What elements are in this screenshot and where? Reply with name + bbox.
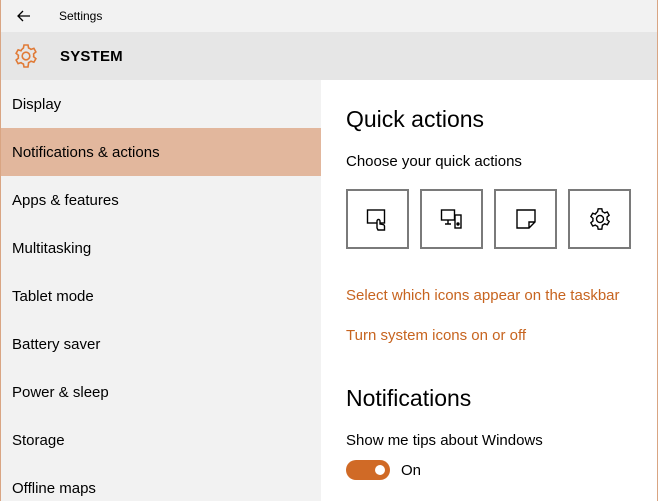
taskbar-icons-link[interactable]: Select which icons appear on the taskbar: [346, 287, 620, 304]
quick-actions-subtitle: Choose your quick actions: [346, 153, 522, 170]
notifications-title: Notifications: [346, 385, 472, 411]
sidebar-item-tablet-mode[interactable]: Tablet mode: [1, 272, 321, 320]
sidebar-item-display[interactable]: Display: [1, 80, 321, 128]
sidebar-item-apps-features[interactable]: Apps & features: [1, 176, 321, 224]
toggle-knob: [375, 465, 385, 475]
back-arrow-icon: [17, 10, 30, 22]
sidebar-item-label: Notifications & actions: [12, 143, 160, 161]
sidebar-item-label: Power & sleep: [12, 383, 109, 401]
sidebar-item-multitasking[interactable]: Multitasking: [1, 224, 321, 272]
sidebar-item-label: Apps & features: [12, 191, 119, 209]
main-content: Quick actions Choose your quick actions: [321, 80, 657, 501]
quick-action-tile-tablet-mode[interactable]: [346, 189, 409, 249]
tips-label: Show me tips about Windows: [346, 432, 543, 449]
quick-action-tile-note[interactable]: [494, 189, 557, 249]
settings-gear-icon: [589, 208, 610, 230]
sidebar-item-label: Battery saver: [12, 335, 101, 353]
title-bar: Settings: [1, 0, 657, 32]
sidebar-item-storage[interactable]: Storage: [1, 416, 321, 464]
sidebar: Display Notifications & actions Apps & f…: [1, 80, 321, 501]
back-button[interactable]: [1, 0, 47, 32]
sidebar-item-power-sleep[interactable]: Power & sleep: [1, 368, 321, 416]
sidebar-item-notifications-actions[interactable]: Notifications & actions: [1, 128, 321, 176]
sidebar-item-label: Display: [12, 95, 62, 113]
sidebar-item-label: Multitasking: [12, 239, 92, 257]
note-icon: [515, 209, 536, 229]
window-title: Settings: [59, 9, 103, 23]
tips-toggle[interactable]: [346, 460, 390, 480]
tablet-mode-icon: [366, 209, 385, 231]
sidebar-item-label: Offline maps: [12, 479, 96, 497]
system-icons-link[interactable]: Turn system icons on or off: [346, 327, 526, 344]
quick-action-tile-project[interactable]: [420, 189, 483, 249]
page-header: SYSTEM: [1, 32, 657, 80]
quick-actions-tiles: [346, 189, 631, 249]
quick-action-tile-settings[interactable]: [568, 189, 631, 249]
tips-toggle-row: On: [346, 460, 421, 480]
section-heading: SYSTEM: [60, 47, 123, 65]
sidebar-item-battery-saver[interactable]: Battery saver: [1, 320, 321, 368]
sidebar-item-label: Storage: [12, 431, 65, 449]
toggle-state-label: On: [401, 461, 422, 479]
gear-icon: [15, 44, 37, 68]
sidebar-item-offline-maps[interactable]: Offline maps: [1, 464, 321, 501]
sidebar-item-label: Tablet mode: [12, 287, 94, 305]
settings-window: Settings SYSTEM Display Notifications & …: [0, 0, 658, 501]
project-icon: [440, 209, 462, 229]
quick-actions-title: Quick actions: [346, 106, 485, 132]
